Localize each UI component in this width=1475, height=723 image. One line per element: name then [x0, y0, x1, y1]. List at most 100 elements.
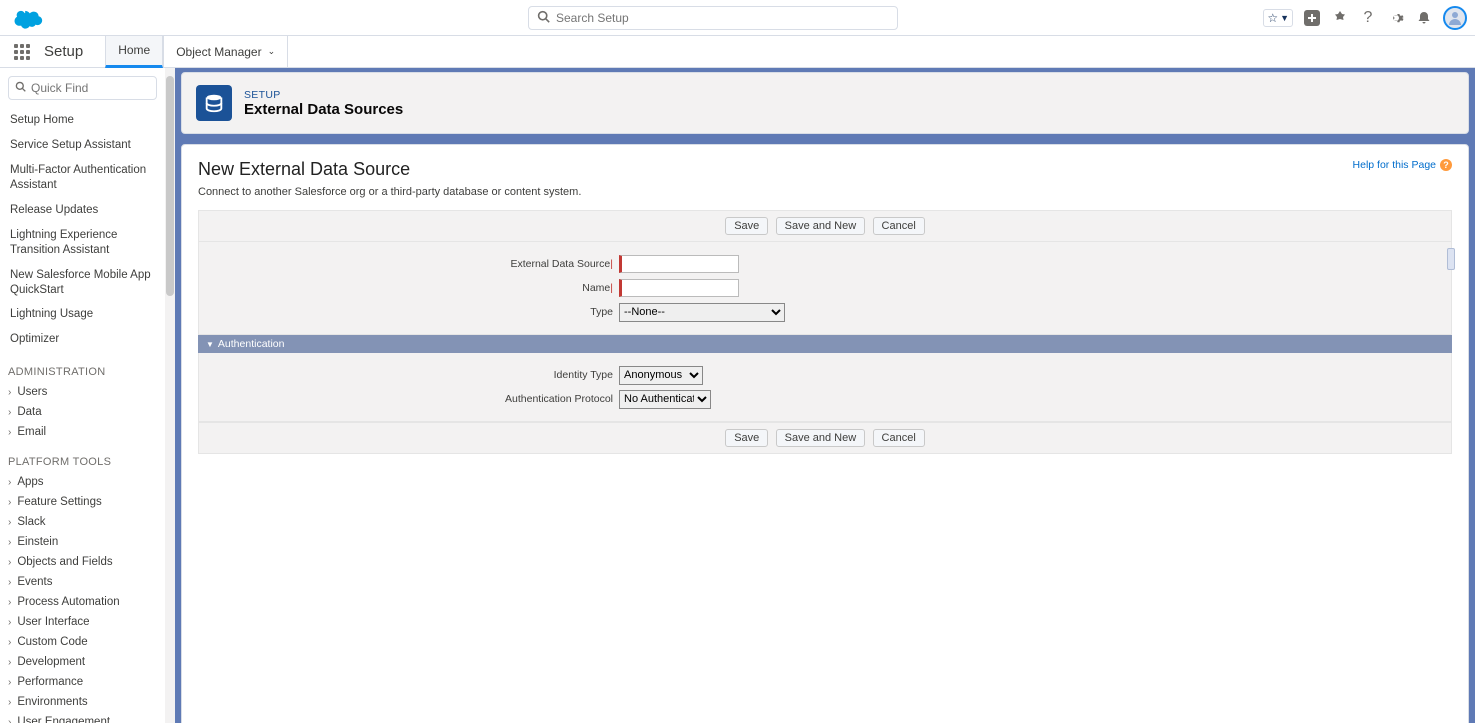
- add-icon[interactable]: [1303, 9, 1321, 27]
- header-actions: ☆ ▼ ?: [1263, 6, 1467, 30]
- tree-item[interactable]: ›Events: [8, 572, 157, 592]
- tree-item[interactable]: ›Slack: [8, 512, 157, 532]
- chevron-right-icon: ›: [8, 557, 11, 568]
- tree-item[interactable]: ›Feature Settings: [8, 492, 157, 512]
- chevron-right-icon: ›: [8, 697, 11, 708]
- bell-icon[interactable]: [1415, 9, 1433, 27]
- side-link[interactable]: Service Setup Assistant: [8, 133, 157, 158]
- chevron-right-icon: ›: [8, 477, 11, 488]
- tree-item[interactable]: ›User Engagement: [8, 712, 157, 723]
- side-heading-platform-tools: PLATFORM TOOLS: [8, 456, 157, 468]
- side-link[interactable]: Release Updates: [8, 198, 157, 223]
- favorites-button[interactable]: ☆ ▼: [1263, 9, 1293, 27]
- setup-label: Setup: [44, 43, 83, 60]
- expand-handle[interactable]: [1447, 248, 1455, 270]
- help-icon: ?: [1440, 159, 1452, 171]
- chevron-right-icon: ›: [8, 677, 11, 688]
- panel: New External Data Source Help for this P…: [181, 144, 1469, 723]
- side-heading-administration: ADMINISTRATION: [8, 366, 157, 378]
- field-label-identity-type: Identity Type: [199, 369, 619, 381]
- tree-item[interactable]: ›Users: [8, 382, 157, 402]
- global-search: [528, 6, 898, 30]
- side-link[interactable]: Setup Home: [8, 108, 157, 133]
- avatar[interactable]: [1443, 6, 1467, 30]
- page-eyebrow: SETUP: [244, 89, 403, 101]
- tree-item[interactable]: ›Performance: [8, 672, 157, 692]
- cancel-button[interactable]: Cancel: [873, 429, 925, 447]
- quick-find-input[interactable]: [31, 81, 150, 95]
- sidebar: Setup Home Service Setup Assistant Multi…: [0, 68, 165, 723]
- form-area: External Data Source| Name| Type --None-…: [198, 242, 1452, 335]
- help-link[interactable]: Help for this Page ?: [1353, 159, 1452, 171]
- global-header: ☆ ▼ ?: [0, 0, 1475, 36]
- content: SETUP External Data Sources New External…: [175, 68, 1475, 723]
- tab-label: Home: [118, 43, 150, 57]
- tree-item[interactable]: ›Apps: [8, 472, 157, 492]
- chevron-right-icon: ›: [8, 497, 11, 508]
- chevron-right-icon: ›: [8, 537, 11, 548]
- tree-item[interactable]: ›Email: [8, 422, 157, 442]
- chevron-right-icon: ›: [8, 637, 11, 648]
- chevron-right-icon: ›: [8, 517, 11, 528]
- save-button[interactable]: Save: [725, 429, 768, 447]
- page-header: SETUP External Data Sources: [181, 72, 1469, 134]
- star-icon: ☆: [1267, 11, 1278, 25]
- button-row-top: Save Save and New Cancel: [198, 210, 1452, 242]
- auth-protocol-select[interactable]: No Authentication: [619, 390, 711, 409]
- side-link[interactable]: Multi-Factor Authentication Assistant: [8, 158, 157, 198]
- tree-item[interactable]: ›Process Automation: [8, 592, 157, 612]
- salesforce-help-icon[interactable]: [1331, 9, 1349, 27]
- chevron-right-icon: ›: [8, 577, 11, 588]
- tab-home[interactable]: Home: [105, 36, 163, 68]
- chevron-right-icon: ›: [8, 387, 11, 398]
- toolbar: Setup Home Object Manager ⌄: [0, 36, 1475, 68]
- tree-item[interactable]: ›Development: [8, 652, 157, 672]
- page-title: External Data Sources: [244, 101, 403, 118]
- button-row-bottom: Save Save and New Cancel: [198, 422, 1452, 454]
- chevron-right-icon: ›: [8, 407, 11, 418]
- chevron-right-icon: ›: [8, 657, 11, 668]
- save-and-new-button[interactable]: Save and New: [776, 217, 866, 235]
- panel-title: New External Data Source: [198, 159, 1452, 180]
- search-box[interactable]: [528, 6, 898, 30]
- sidebar-scrollbar[interactable]: [165, 68, 175, 723]
- cancel-button[interactable]: Cancel: [873, 217, 925, 235]
- app-launcher-icon[interactable]: [14, 44, 30, 60]
- main: Setup Home Service Setup Assistant Multi…: [0, 68, 1475, 723]
- save-button[interactable]: Save: [725, 217, 768, 235]
- section-authentication[interactable]: ▼ Authentication: [198, 335, 1452, 353]
- field-label-auth-protocol: Authentication Protocol: [199, 393, 619, 405]
- tree-item[interactable]: ›Environments: [8, 692, 157, 712]
- tree-item[interactable]: ›Data: [8, 402, 157, 422]
- tree-item[interactable]: ›Einstein: [8, 532, 157, 552]
- auth-form-area: Identity Type Anonymous Authentication P…: [198, 353, 1452, 422]
- name-input[interactable]: [619, 279, 739, 297]
- tree-item[interactable]: ›Custom Code: [8, 632, 157, 652]
- tabs: Home Object Manager ⌄: [105, 36, 288, 68]
- side-link[interactable]: Lightning Experience Transition Assistan…: [8, 223, 157, 263]
- side-link[interactable]: Optimizer: [8, 327, 157, 352]
- field-label-type: Type: [199, 306, 619, 318]
- tab-label: Object Manager: [176, 45, 261, 59]
- tree-item[interactable]: ›Objects and Fields: [8, 552, 157, 572]
- chevron-right-icon: ›: [8, 717, 11, 723]
- tree-item[interactable]: ›User Interface: [8, 612, 157, 632]
- field-label-external-data-source: External Data Source|: [199, 258, 619, 270]
- tab-object-manager[interactable]: Object Manager ⌄: [163, 36, 288, 68]
- side-link[interactable]: New Salesforce Mobile App QuickStart: [8, 263, 157, 303]
- gear-icon[interactable]: [1387, 9, 1405, 27]
- help-icon[interactable]: ?: [1359, 9, 1377, 27]
- panel-description: Connect to another Salesforce org or a t…: [198, 186, 1452, 198]
- side-link[interactable]: Lightning Usage: [8, 302, 157, 327]
- chevron-right-icon: ›: [8, 617, 11, 628]
- chevron-right-icon: ›: [8, 597, 11, 608]
- field-label-name: Name|: [199, 282, 619, 294]
- external-data-source-input[interactable]: [619, 255, 739, 273]
- identity-type-select[interactable]: Anonymous: [619, 366, 703, 385]
- search-input[interactable]: [556, 11, 889, 25]
- triangle-down-icon: ▼: [206, 340, 214, 349]
- quick-find[interactable]: [8, 76, 157, 100]
- search-icon: [537, 10, 550, 26]
- type-select[interactable]: --None--: [619, 303, 785, 322]
- save-and-new-button[interactable]: Save and New: [776, 429, 866, 447]
